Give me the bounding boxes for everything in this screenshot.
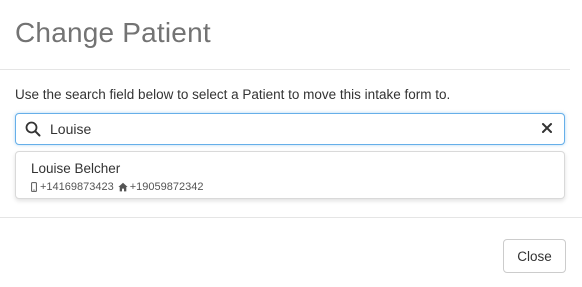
close-icon[interactable] [540, 121, 554, 135]
patient-search-input[interactable] [50, 114, 530, 144]
patient-search-box [15, 113, 565, 145]
patient-home-number: +19059872342 [129, 181, 204, 193]
instructions-text: Use the search field below to select a P… [15, 87, 451, 102]
mobile-phone-icon [31, 182, 37, 192]
modal-title: Change Patient [15, 17, 211, 48]
header-divider [0, 69, 570, 70]
patient-mobile-number: +14169873423 [40, 181, 114, 193]
search-icon [25, 121, 41, 137]
patient-name: Louise Belcher [31, 161, 121, 176]
search-result-item[interactable]: Louise Belcher +14169873423 +19059872342 [16, 152, 564, 198]
home-icon [118, 182, 128, 192]
search-results-dropdown: Louise Belcher +14169873423 +19059872342 [15, 151, 565, 199]
close-button[interactable]: Close [503, 239, 566, 273]
patient-contacts: +14169873423 +19059872342 [31, 181, 203, 193]
footer-divider [0, 217, 582, 218]
